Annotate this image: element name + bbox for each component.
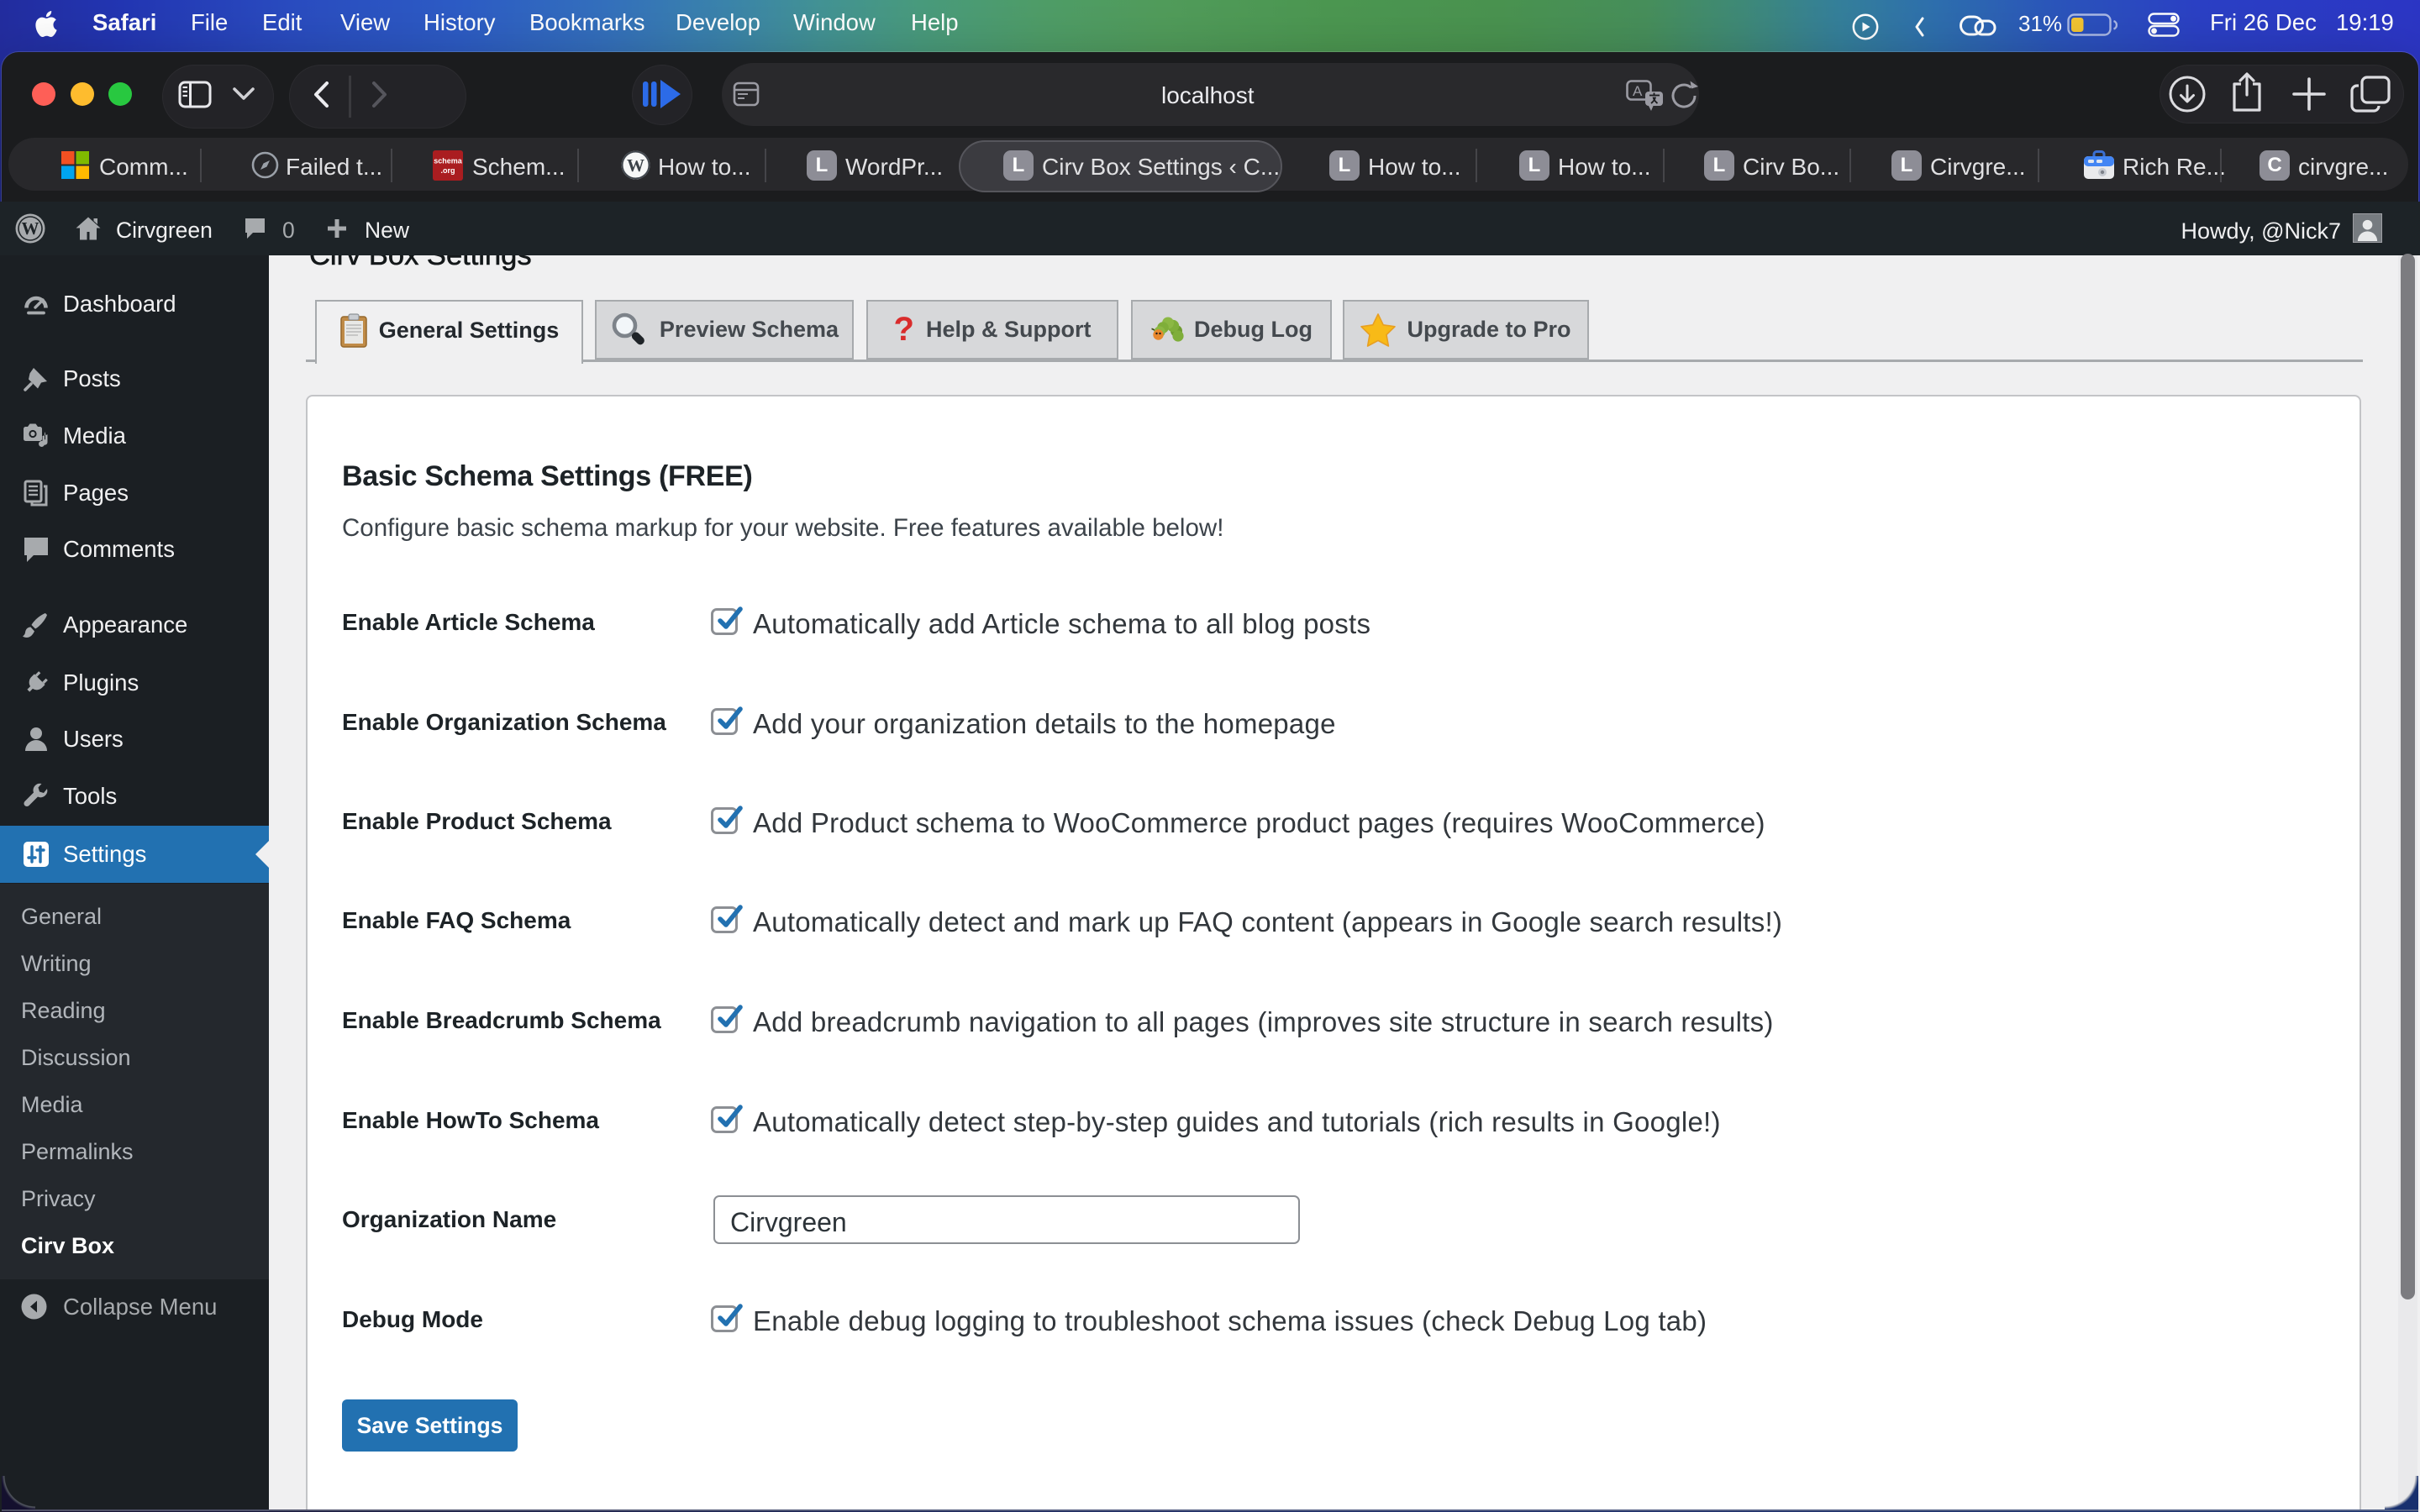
svg-text:.org: .org (441, 166, 455, 175)
svg-text:schema: schema (434, 157, 463, 165)
svg-text:W: W (22, 218, 39, 239)
svg-text:W: W (627, 155, 644, 176)
svg-text:A: A (1633, 83, 1643, 99)
